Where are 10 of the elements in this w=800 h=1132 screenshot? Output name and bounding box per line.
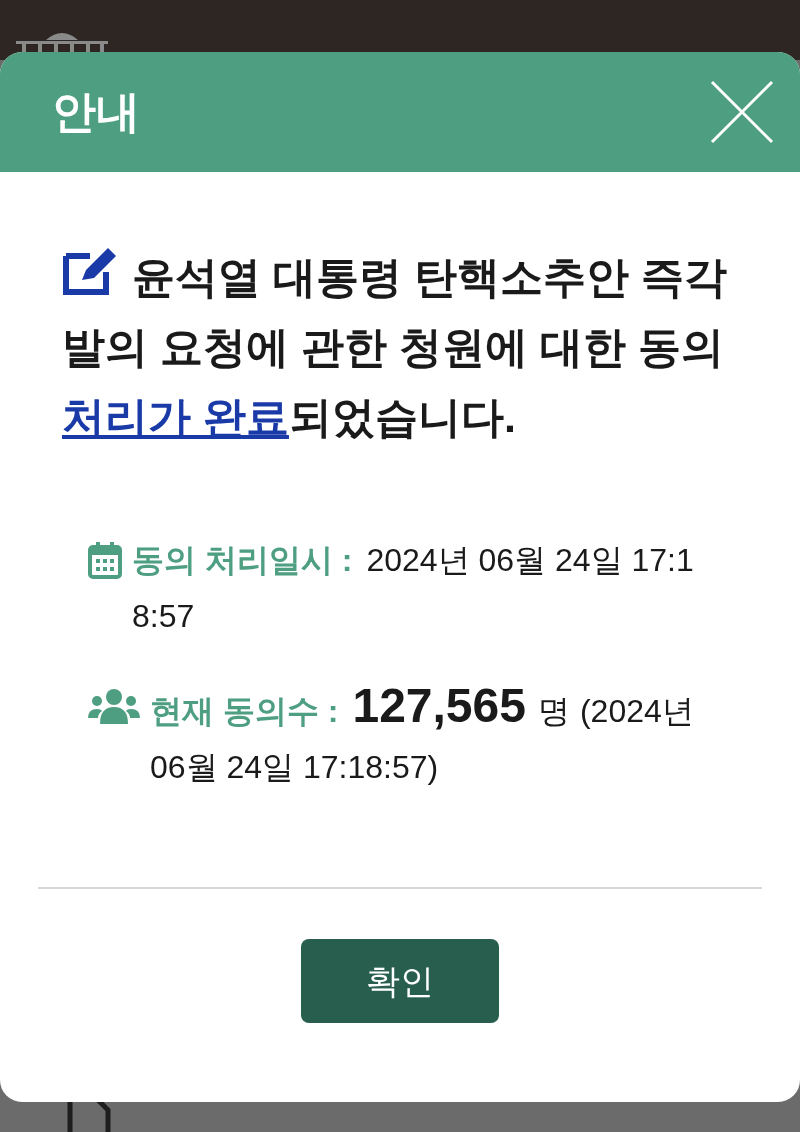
users-icon [88,688,140,724]
edit-icon [62,246,118,296]
detail-text: 동의 처리일시 : 2024년 06월 24일 17:18:57 [132,541,695,636]
detail-text: 현재 동의수 : 127,565 명 (2024년 06월 24일 17:18:57) [150,678,695,787]
confirm-button[interactable]: 확인 [301,939,499,1023]
message-text: 윤석열 대통령 탄핵소추안 즉각 발의 요청에 관한 청원에 대한 동의 처리가 완료되었습니다. [62,242,738,452]
dialog-title: 안내 [52,86,140,138]
close-icon[interactable] [710,80,774,144]
calendar-icon [88,541,122,579]
link[interactable]: 처리가 완료 [62,393,289,441]
